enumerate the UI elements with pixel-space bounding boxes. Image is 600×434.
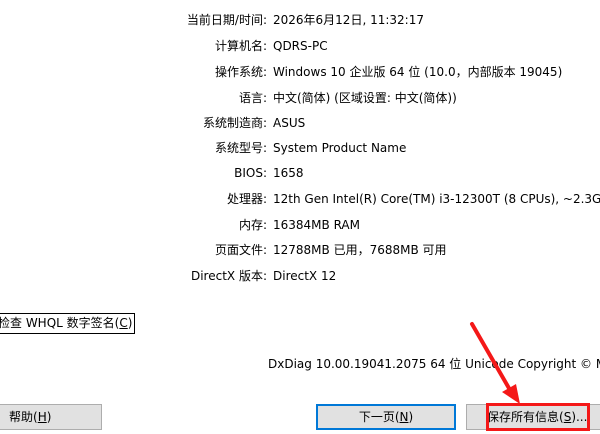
system-info-label: BIOS: bbox=[234, 166, 267, 180]
system-info-value: 中文(简体) (区域设置: 中文(简体)) bbox=[273, 91, 457, 105]
system-info-row: 内存: 16384MB RAM bbox=[0, 215, 600, 235]
system-info-label: 处理器: bbox=[226, 192, 267, 206]
system-info-value: QDRS-PC bbox=[273, 39, 328, 53]
system-info-value: Windows 10 企业版 64 位 (10.0，内部版本 19045) bbox=[273, 65, 563, 79]
next-page-button[interactable]: 下一页(N) bbox=[316, 404, 456, 430]
system-info-row: 操作系统: Windows 10 企业版 64 位 (10.0，内部版本 1904… bbox=[0, 62, 600, 82]
system-info-value: 12788MB 已用，7688MB 可用 bbox=[273, 243, 447, 257]
system-info-row: 处理器: 12th Gen Intel(R) Core(TM) i3-12300T… bbox=[0, 189, 600, 209]
system-info-label: 计算机名: bbox=[214, 39, 267, 53]
whql-checkbox-label-prefix: 检查 WHQL 数字签名( bbox=[0, 316, 120, 330]
system-info-row: BIOS: 1658 bbox=[0, 163, 600, 183]
help-button-suffix: ) bbox=[46, 410, 52, 424]
system-info-label: DirectX 版本: bbox=[190, 269, 267, 283]
next-button-prefix: 下一页( bbox=[358, 410, 400, 424]
dxdiag-system-tab: 当前日期/时间: 2026年6月12日, 11:32:17 计算机名: QDRS-PC… bbox=[0, 0, 600, 434]
whql-signature-checkbox[interactable]: 检查 WHQL 数字签名(C) bbox=[0, 313, 136, 334]
next-button-suffix: ) bbox=[408, 410, 414, 424]
system-info-label: 操作系统: bbox=[214, 65, 267, 79]
help-button-prefix: 帮助( bbox=[9, 410, 38, 424]
dxdiag-version-text: DxDiag 10.00.19041.2075 64 位 Unicode Cop… bbox=[268, 357, 600, 371]
system-info-row: 页面文件: 12788MB 已用，7688MB 可用 bbox=[0, 240, 600, 260]
system-info-value: 2026年6月12日, 11:32:17 bbox=[273, 13, 424, 27]
system-info-label: 语言: bbox=[238, 91, 267, 105]
system-info-value: ASUS bbox=[273, 116, 306, 130]
whql-checkbox-mnemonic: C bbox=[119, 316, 128, 330]
system-info-row: 系统制造商: ASUS bbox=[0, 113, 600, 133]
help-button-mnemonic: H bbox=[37, 410, 47, 424]
system-info-value: 1658 bbox=[273, 166, 304, 180]
system-info-value: 12th Gen Intel(R) Core(TM) i3-12300T (8 … bbox=[273, 192, 600, 206]
system-info-value: 16384MB RAM bbox=[273, 218, 360, 232]
system-info-label: 当前日期/时间: bbox=[186, 13, 267, 27]
help-button[interactable]: 帮助(H) bbox=[0, 404, 102, 430]
system-info-label: 内存: bbox=[238, 218, 267, 232]
whql-checkbox-label-suffix: ) bbox=[127, 316, 133, 330]
system-info-row: DirectX 版本: DirectX 12 bbox=[0, 266, 600, 286]
save-button-prefix: 保存所有信息( bbox=[487, 410, 564, 424]
system-info-row: 计算机名: QDRS-PC bbox=[0, 36, 600, 56]
system-info-row: 当前日期/时间: 2026年6月12日, 11:32:17 bbox=[0, 10, 600, 30]
system-info-value: DirectX 12 bbox=[273, 269, 337, 283]
system-info-label: 系统制造商: bbox=[202, 116, 267, 130]
system-info-label: 页面文件: bbox=[214, 243, 267, 257]
save-button-suffix: )... bbox=[571, 410, 588, 424]
system-info-row: 系统型号: System Product Name bbox=[0, 138, 600, 158]
save-all-info-button[interactable]: 保存所有信息(S)... bbox=[466, 404, 600, 430]
system-info-label: 系统型号: bbox=[214, 141, 267, 155]
system-info-row: 语言: 中文(简体) (区域设置: 中文(简体)) bbox=[0, 88, 600, 108]
system-info-value: System Product Name bbox=[273, 141, 407, 155]
